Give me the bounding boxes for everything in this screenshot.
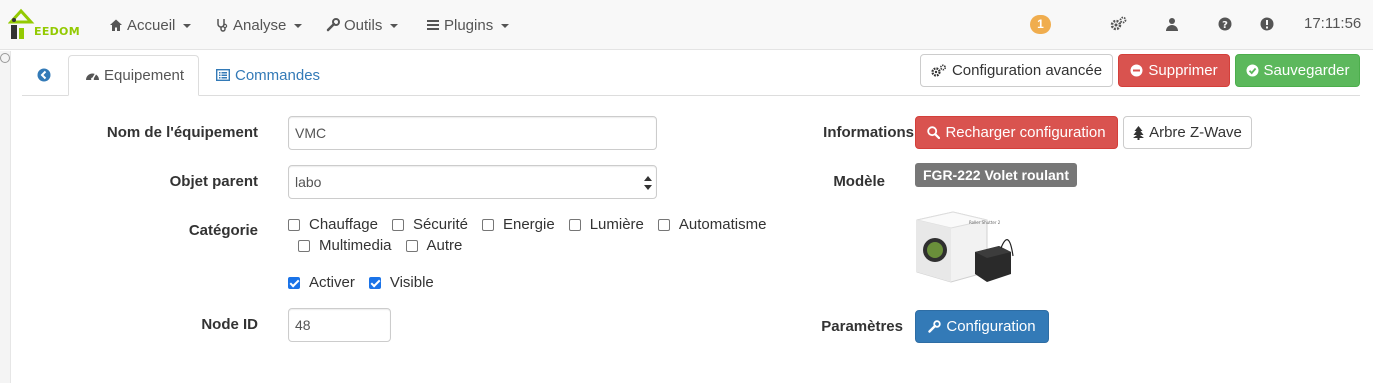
save-label: Sauvegarder xyxy=(1263,62,1350,79)
cogs-icon xyxy=(931,63,946,77)
equipment-name-input[interactable] xyxy=(288,116,657,150)
chevron-down-icon xyxy=(183,24,192,28)
checkbox[interactable] xyxy=(481,218,494,231)
checkbox[interactable] xyxy=(657,218,670,231)
settings-menu[interactable] xyxy=(1110,15,1131,33)
zwave-tree-button[interactable]: Arbre Z-Wave xyxy=(1123,116,1252,149)
category-checkbox-row-1: Chauffage Sécurité Energie Lumière Autom… xyxy=(288,216,780,233)
tab-equipement-label: Equipement xyxy=(104,67,185,84)
checkbox-checked[interactable] xyxy=(288,276,300,289)
check-circle-icon xyxy=(1246,64,1259,77)
minus-circle-icon xyxy=(1130,64,1143,77)
node-id-input[interactable] xyxy=(288,308,391,342)
category-autre[interactable]: Autre xyxy=(405,237,462,254)
visible-checkbox[interactable]: Visible xyxy=(368,274,434,291)
parent-object-select[interactable]: labo xyxy=(288,165,657,199)
chevron-down-icon xyxy=(390,24,399,28)
checkbox[interactable] xyxy=(288,218,300,231)
svg-text:?: ? xyxy=(1222,20,1228,31)
tabs-divider xyxy=(22,95,1360,96)
wrench-icon xyxy=(928,320,942,333)
cogs-icon xyxy=(1110,16,1127,31)
menu-outils[interactable]: Outils xyxy=(326,15,399,35)
category-label: Catégorie xyxy=(188,222,258,239)
device-image: Roller Shutter 2 xyxy=(916,211,1014,283)
advanced-config-label: Configuration avancée xyxy=(951,62,1103,79)
parameters-label: Paramètres xyxy=(821,318,903,335)
activate-checkbox[interactable]: Activer xyxy=(288,274,355,291)
reload-config-label: Recharger configuration xyxy=(945,124,1106,141)
category-checkbox-row-2: Multimedia Autre xyxy=(298,237,476,254)
arrow-circle-left-icon xyxy=(37,68,51,82)
home-icon xyxy=(110,19,122,31)
delete-label: Supprimer xyxy=(1148,62,1218,79)
help-button[interactable]: ? xyxy=(1218,15,1232,33)
jeedom-logo[interactable]: EEDOM xyxy=(8,8,84,42)
category-chauffage[interactable]: Chauffage xyxy=(288,216,378,233)
parent-object-label: Objet parent xyxy=(169,173,258,190)
model-label: Modèle xyxy=(833,173,885,190)
checkbox[interactable] xyxy=(298,239,310,252)
menu-analyse[interactable]: Analyse xyxy=(215,15,303,35)
tachometer-icon xyxy=(86,73,99,80)
side-panel-strip xyxy=(0,51,11,383)
configuration-label: Configuration xyxy=(946,318,1036,335)
list-alt-icon xyxy=(216,69,230,81)
select-arrows-icon xyxy=(644,176,652,190)
configuration-button[interactable]: Configuration xyxy=(915,310,1049,343)
checkbox[interactable] xyxy=(405,239,418,252)
zwave-tree-label: Arbre Z-Wave xyxy=(1149,124,1242,141)
node-id-label: Node ID xyxy=(201,316,258,333)
user-icon xyxy=(1166,18,1178,31)
back-button[interactable] xyxy=(30,62,58,88)
top-navbar: EEDOM Accueil Analyse Outils Plugins 1 ?… xyxy=(0,0,1373,50)
category-automatisme[interactable]: Automatisme xyxy=(657,216,766,233)
svg-text:Roller Shutter 2: Roller Shutter 2 xyxy=(969,220,1001,225)
exclamation-circle-icon xyxy=(1260,17,1274,31)
equipment-name-label: Nom de l'équipement xyxy=(106,124,258,141)
tab-equipement[interactable]: Equipement xyxy=(68,55,199,96)
checkbox-checked[interactable] xyxy=(368,276,381,289)
category-multimedia[interactable]: Multimedia xyxy=(298,237,392,254)
chevron-down-icon xyxy=(501,24,510,28)
menu-plugins[interactable]: Plugins xyxy=(426,15,510,35)
tasks-icon xyxy=(427,20,439,30)
category-energie[interactable]: Energie xyxy=(481,216,555,233)
checkbox[interactable] xyxy=(391,218,404,231)
user-menu[interactable] xyxy=(1166,15,1181,33)
informations-label: Informations xyxy=(823,124,914,141)
side-panel-toggle-icon[interactable] xyxy=(0,53,10,63)
logo-text: EEDOM xyxy=(34,25,80,38)
messages-button[interactable] xyxy=(1260,15,1274,33)
menu-accueil-label: Accueil xyxy=(127,16,176,34)
clock-time: 17:11:56 xyxy=(1304,15,1362,32)
question-circle-icon: ? xyxy=(1218,17,1232,31)
state-checkbox-row: Activer Visible xyxy=(288,274,448,291)
checkbox[interactable] xyxy=(568,218,581,231)
menu-outils-label: Outils xyxy=(344,16,383,34)
tab-commandes[interactable]: Commandes xyxy=(216,55,320,95)
search-icon xyxy=(927,126,941,139)
menu-accueil[interactable]: Accueil xyxy=(109,15,192,35)
parent-object-value: labo xyxy=(295,174,322,190)
reload-config-button[interactable]: Recharger configuration xyxy=(915,116,1118,149)
wrench-icon xyxy=(326,18,340,32)
model-value-badge: FGR-222 Volet roulant xyxy=(915,163,1077,187)
menu-plugins-label: Plugins xyxy=(444,16,494,34)
advanced-config-button[interactable]: Configuration avancée xyxy=(920,54,1113,87)
menu-analyse-label: Analyse xyxy=(233,16,287,34)
delete-button[interactable]: Supprimer xyxy=(1118,54,1230,87)
tree-icon xyxy=(1133,125,1145,140)
chevron-down-icon xyxy=(294,24,303,28)
category-securite[interactable]: Sécurité xyxy=(391,216,468,233)
category-lumiere[interactable]: Lumière xyxy=(568,216,644,233)
tab-commandes-label: Commandes xyxy=(235,66,321,84)
stethoscope-icon xyxy=(217,19,228,32)
notification-badge[interactable]: 1 xyxy=(1030,15,1051,34)
save-button[interactable]: Sauvegarder xyxy=(1235,54,1360,87)
